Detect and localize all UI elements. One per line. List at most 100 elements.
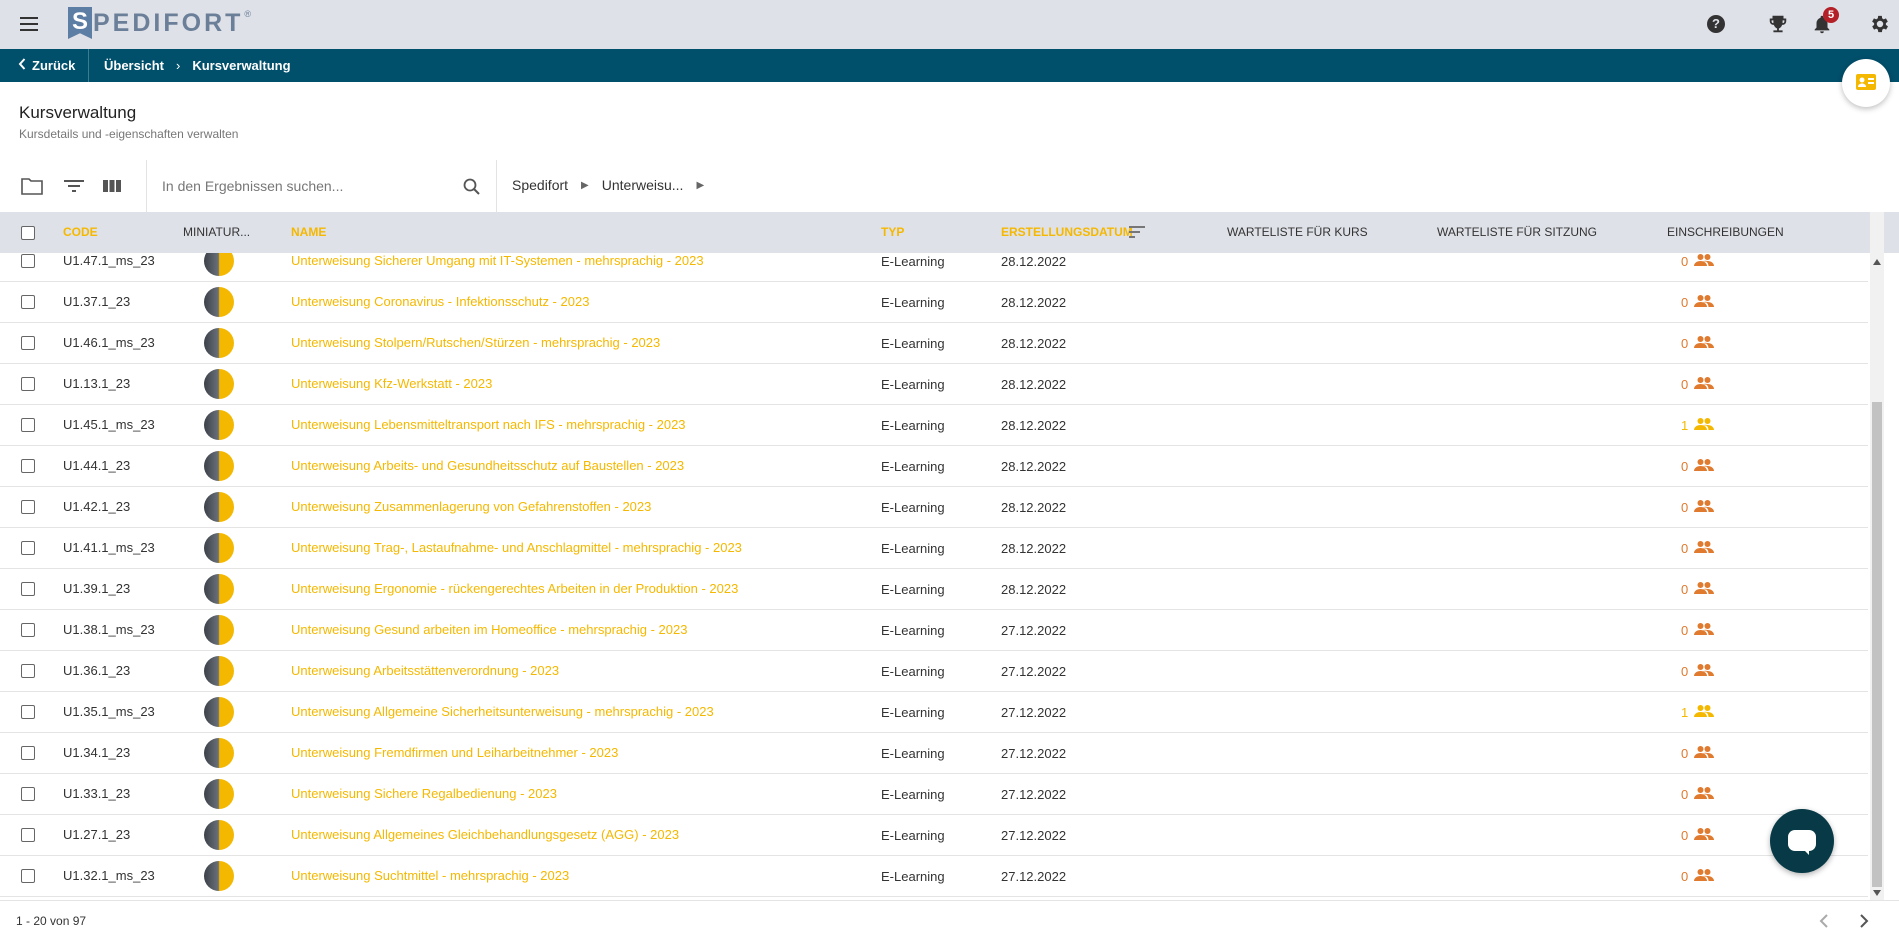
previous-page-icon[interactable] [1815,911,1835,931]
row-checkbox[interactable] [21,541,35,555]
row-checkbox[interactable] [21,664,35,678]
sort-icon[interactable] [1129,225,1145,239]
row-checkbox[interactable] [21,746,35,760]
table-row[interactable]: U1.44.1_23 Unterweisung Arbeits- und Gesu… [0,446,1868,487]
people-icon[interactable] [1694,458,1714,472]
people-icon[interactable] [1694,622,1714,636]
people-icon[interactable] [1694,499,1714,513]
enrollment-count[interactable]: 0 [1681,582,1688,597]
table-row[interactable]: U1.47.1_ms_23 Unterweisung Sicherer Umgan… [0,253,1868,282]
table-row[interactable]: U1.33.1_23 Unterweisung Sichere Regalbedi… [0,774,1868,815]
chat-button[interactable] [1770,809,1834,873]
course-name-link[interactable]: Unterweisung Lebensmitteltransport nach … [291,417,686,432]
column-header-enrollments[interactable]: EINSCHREIBUNGEN [1667,225,1784,239]
course-name-link[interactable]: Unterweisung Arbeits- und Gesundheitssch… [291,458,684,473]
course-name-link[interactable]: Unterweisung Gesund arbeiten im Homeoffi… [291,622,687,637]
table-row[interactable]: U1.37.1_23 Unterweisung Coronavirus - Inf… [0,282,1868,323]
table-row[interactable]: U1.46.1_ms_23 Unterweisung Stolpern/Rutsc… [0,323,1868,364]
enrollment-count[interactable]: 0 [1681,295,1688,310]
row-checkbox[interactable] [21,254,35,268]
enrollment-count[interactable]: 1 [1681,418,1688,433]
row-checkbox[interactable] [21,459,35,473]
chevron-right-icon[interactable]: ▶ [696,180,704,191]
course-name-link[interactable]: Unterweisung Suchtmittel - mehrsprachig … [291,868,569,883]
back-button[interactable]: Zurück [18,58,75,73]
table-row[interactable]: U1.42.1_23 Unterweisung Zusammenlagerung … [0,487,1868,528]
enrollment-count[interactable]: 0 [1681,500,1688,515]
table-row[interactable]: U1.41.1_ms_23 Unterweisung Trag-, Lastauf… [0,528,1868,569]
table-row[interactable]: U1.38.1_ms_23 Unterweisung Gesund arbeite… [0,610,1868,651]
column-header-thumbnail[interactable]: MINIATUR... [183,225,250,239]
course-name-link[interactable]: Unterweisung Ergonomie - rückengerechtes… [291,581,738,596]
course-name-link[interactable]: Unterweisung Fremdfirmen und Leiharbeitn… [291,745,618,760]
search-input[interactable] [162,174,462,198]
people-icon[interactable] [1694,335,1714,349]
table-row[interactable]: U1.13.1_23 Unterweisung Kfz-Werkstatt - 2… [0,364,1868,405]
course-name-link[interactable]: Unterweisung Allgemeines Gleichbehandlun… [291,827,679,842]
people-icon[interactable] [1694,704,1714,718]
row-checkbox[interactable] [21,582,35,596]
row-checkbox[interactable] [21,705,35,719]
breadcrumb-item-overview[interactable]: Übersicht [104,58,164,73]
row-checkbox[interactable] [21,336,35,350]
course-name-link[interactable]: Unterweisung Sichere Regalbedienung - 20… [291,786,557,801]
people-icon[interactable] [1694,253,1714,267]
column-header-type[interactable]: TYP [881,225,904,239]
people-icon[interactable] [1694,417,1714,431]
enrollment-count[interactable]: 0 [1681,623,1688,638]
enrollment-count[interactable]: 0 [1681,664,1688,679]
column-header-date[interactable]: ERSTELLUNGSDATUM [1001,225,1133,239]
table-row[interactable]: U1.45.1_ms_23 Unterweisung Lebensmitteltr… [0,405,1868,446]
row-checkbox[interactable] [21,787,35,801]
course-name-link[interactable]: Unterweisung Trag-, Lastaufnahme- und An… [291,540,742,555]
people-icon[interactable] [1694,376,1714,390]
search-icon[interactable] [460,176,484,196]
columns-icon[interactable] [100,176,124,196]
row-checkbox[interactable] [21,418,35,432]
enrollment-count[interactable]: 0 [1681,746,1688,761]
row-checkbox[interactable] [21,295,35,309]
help-icon[interactable]: ? [1707,15,1725,33]
notifications-button[interactable]: 5 [1811,7,1839,35]
next-page-icon[interactable] [1853,911,1873,931]
table-row[interactable]: U1.36.1_23 Unterweisung Arbeitsstättenver… [0,651,1868,692]
course-name-link[interactable]: Unterweisung Stolpern/Rutschen/Stürzen -… [291,335,660,350]
enrollment-count[interactable]: 0 [1681,377,1688,392]
scroll-up-icon[interactable] [1873,259,1881,265]
people-icon[interactable] [1694,745,1714,759]
row-checkbox[interactable] [21,828,35,842]
course-name-link[interactable]: Unterweisung Coronavirus - Infektionssch… [291,294,589,309]
people-icon[interactable] [1694,663,1714,677]
people-icon[interactable] [1694,294,1714,308]
folder-icon[interactable] [20,176,44,196]
contact-card-button[interactable] [1842,59,1890,107]
course-name-link[interactable]: Unterweisung Arbeitsstättenverordnung - … [291,663,559,678]
course-name-link[interactable]: Unterweisung Zusammenlagerung von Gefahr… [291,499,651,514]
select-all-checkbox[interactable] [21,226,35,240]
enrollment-count[interactable]: 0 [1681,254,1688,269]
row-checkbox[interactable] [21,377,35,391]
scroll-thumb[interactable] [1872,402,1882,887]
path-item-root[interactable]: Spedifort [512,177,568,193]
course-name-link[interactable]: Unterweisung Kfz-Werkstatt - 2023 [291,376,492,391]
column-header-waitlist-course[interactable]: WARTELISTE FÜR KURS [1227,225,1368,239]
row-checkbox[interactable] [21,623,35,637]
scroll-down-icon[interactable] [1873,890,1881,896]
people-icon[interactable] [1694,786,1714,800]
logo[interactable]: S PEDIFORT ® [68,6,251,40]
people-icon[interactable] [1694,540,1714,554]
enrollment-count[interactable]: 0 [1681,869,1688,884]
column-header-name[interactable]: NAME [291,225,326,239]
row-checkbox[interactable] [21,500,35,514]
path-item-current[interactable]: Unterweisu... [602,177,684,193]
people-icon[interactable] [1694,581,1714,595]
table-row[interactable]: U1.34.1_23 Unterweisung Fremdfirmen und L… [0,733,1868,774]
enrollment-count[interactable]: 0 [1681,828,1688,843]
table-row[interactable]: U1.35.1_ms_23 Unterweisung Allgemeine Sic… [0,692,1868,733]
column-header-code[interactable]: CODE [63,225,98,239]
gear-icon[interactable] [1869,13,1891,35]
enrollment-count[interactable]: 1 [1681,705,1688,720]
table-row[interactable]: U1.32.1_ms_23 Unterweisung Suchtmittel - … [0,856,1868,897]
people-icon[interactable] [1694,868,1714,882]
trophy-icon[interactable] [1767,13,1789,35]
